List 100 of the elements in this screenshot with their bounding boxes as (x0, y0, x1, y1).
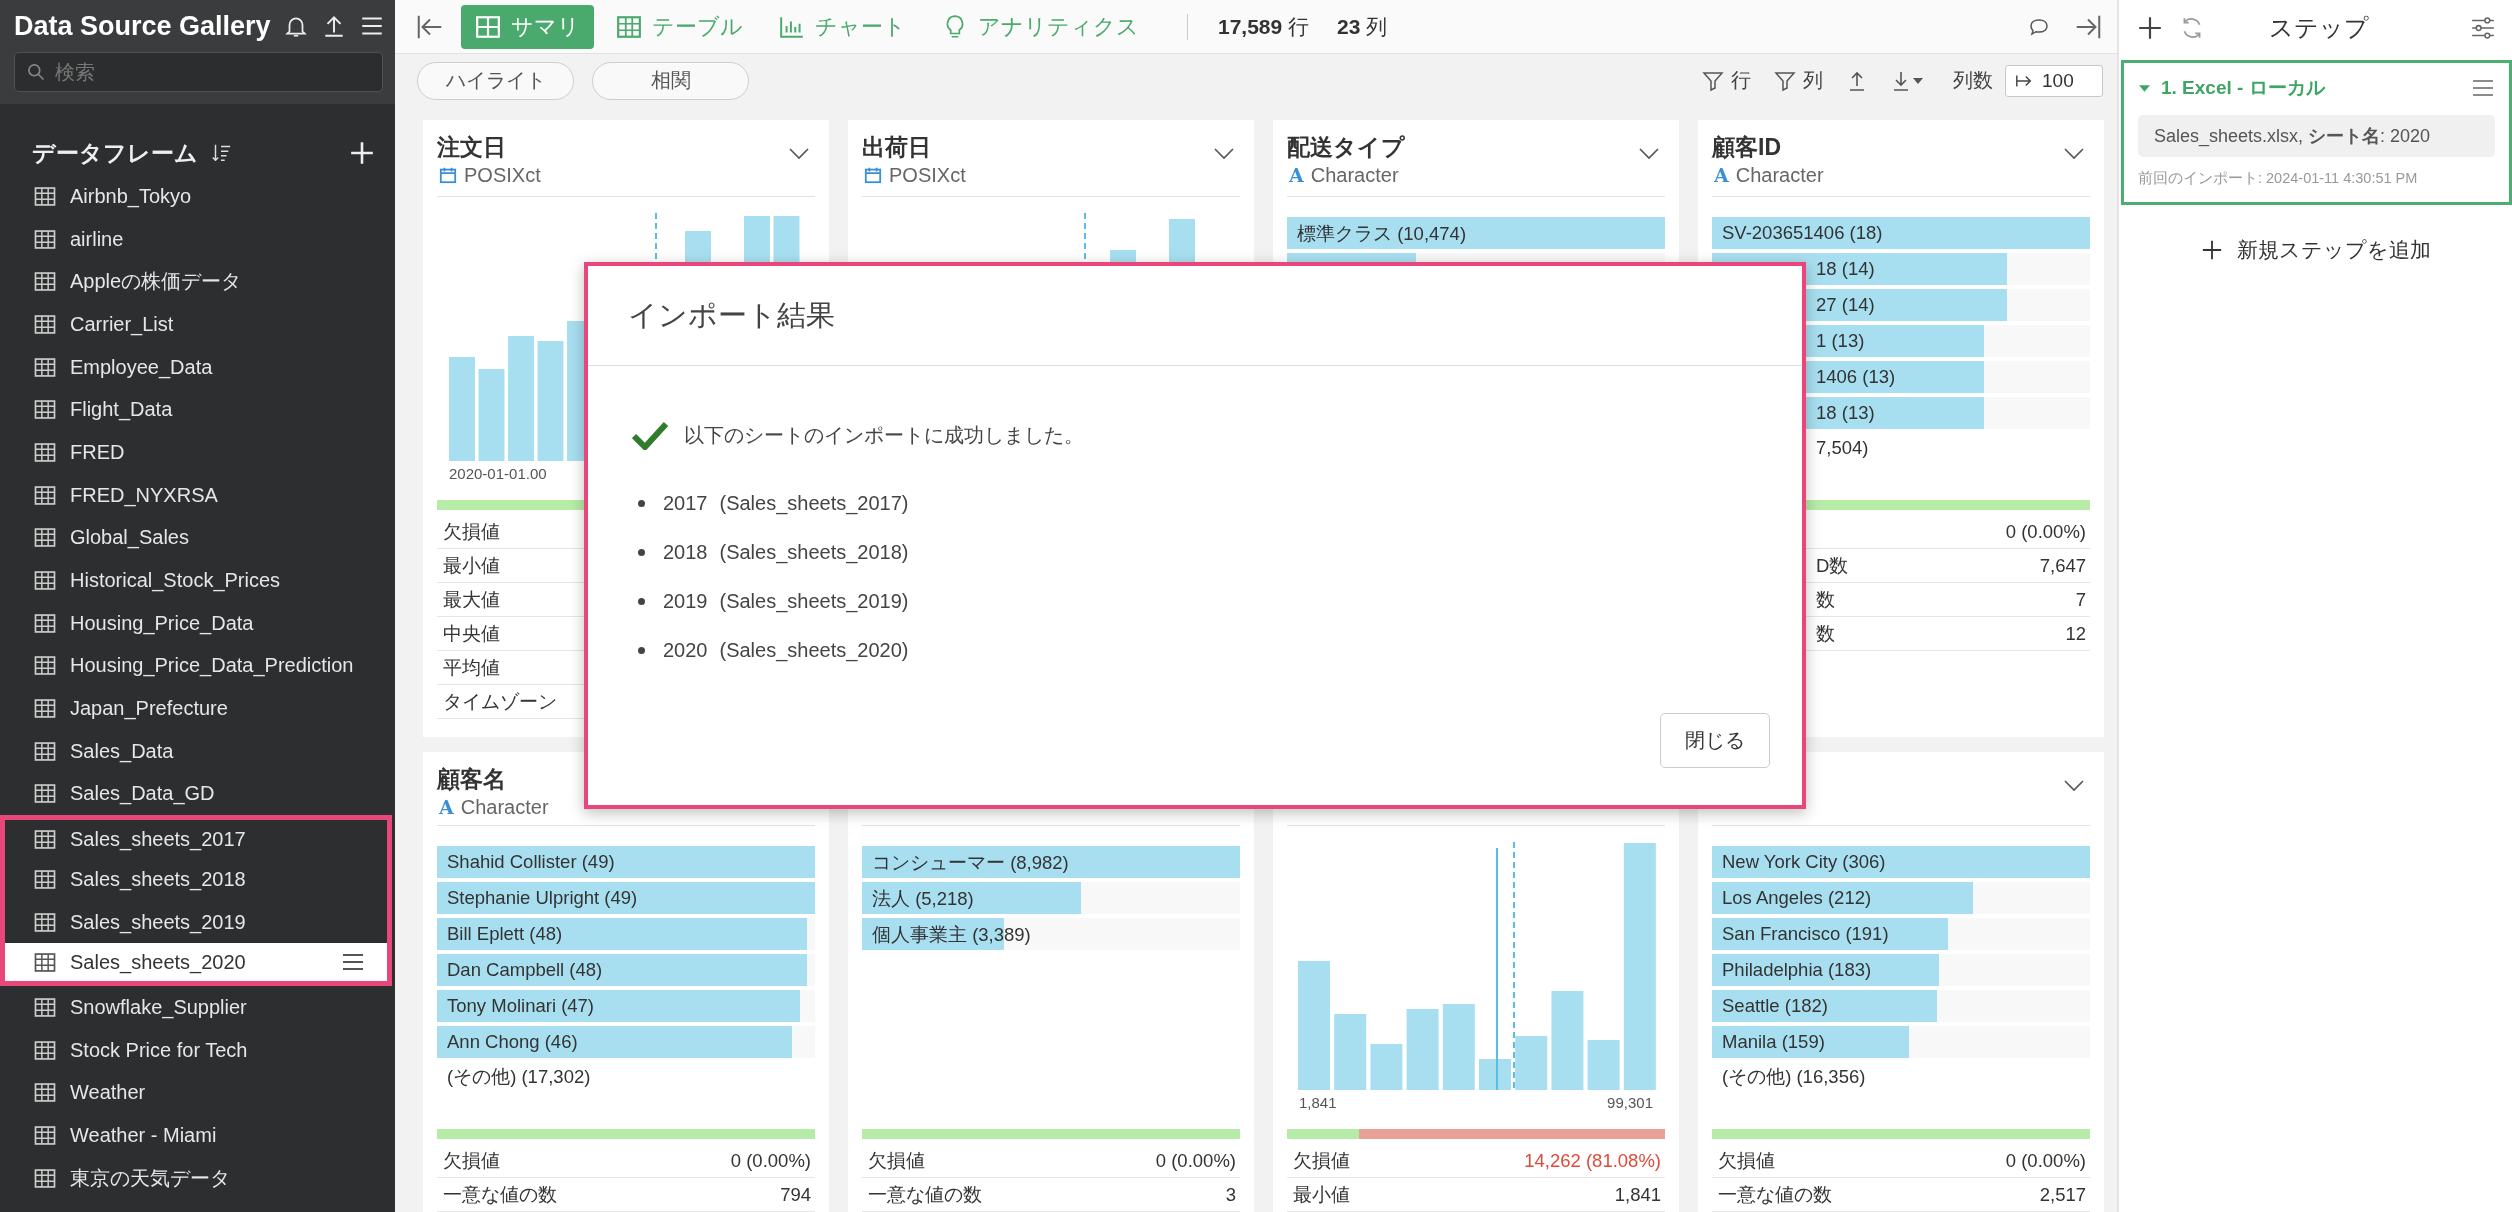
sidebar-item[interactable]: Sales_sheets_2017 (0, 815, 392, 858)
bar-label: Dan Campbell (48) (446, 959, 603, 982)
stat-value: 0 (0.00%) (2005, 520, 2087, 543)
sidebar-item[interactable]: Weather - Miami (0, 1114, 395, 1157)
other-count: (その他) (17,302) (446, 1065, 592, 1090)
sort-icon[interactable] (210, 142, 232, 164)
chevron-down-icon[interactable] (1214, 148, 1234, 160)
bar-label: 標準クラス (10,474) (1296, 221, 1467, 246)
menu-icon[interactable] (341, 952, 365, 973)
stat-label: 欠損値 (442, 520, 500, 544)
plus-icon[interactable] (2137, 15, 2163, 41)
sidebar-item[interactable]: Housing_Price_Data (0, 601, 395, 645)
sheet-name: 2019 (663, 590, 708, 613)
table-icon (34, 829, 56, 849)
table-icon (34, 229, 56, 249)
row-count: 17,589 行 (1218, 13, 1310, 40)
table-icon (34, 186, 56, 206)
pill-button[interactable]: ハイライト (417, 61, 574, 100)
bar-label: Tony Molinari (47) (446, 995, 595, 1018)
column-type: POSIXct (464, 163, 541, 188)
sidebar-item[interactable]: Sales_Data_GD (0, 772, 395, 816)
sidebar-item[interactable]: Stock Price for Tech (0, 1028, 395, 1072)
sidebar-item[interactable]: Flight_Data (0, 388, 395, 432)
add-step-button[interactable]: 新規ステップを追加 (2194, 235, 2437, 265)
other-count: (その他) (16,356) (1721, 1065, 1867, 1090)
sidebar-item[interactable]: Weather (0, 1071, 395, 1115)
sidebar-item[interactable]: Airbnb_Tokyo (0, 175, 395, 218)
character-type-icon: A (1714, 162, 1729, 188)
sidebar-item[interactable]: Sales_sheets_2020 (0, 943, 392, 987)
column-type: Character (1310, 163, 1399, 188)
table-icon (616, 13, 642, 40)
column-type: Character (460, 795, 549, 820)
filter-button[interactable]: 行 (1701, 67, 1751, 95)
table-icon (34, 912, 56, 932)
stat-label: 最小値 (1292, 1183, 1350, 1207)
sidebar-item[interactable]: Japan_Prefecture (0, 687, 395, 730)
sidebar-item[interactable]: Snowflake_Supplier (0, 986, 395, 1029)
table-icon (34, 400, 56, 420)
bar-label: 27 (14) (1815, 294, 1875, 316)
stat-value: 7,647 (2039, 554, 2087, 577)
search-field[interactable]: 検索 (14, 52, 383, 92)
close-button[interactable]: 閉じる (1660, 713, 1770, 768)
stat-label: 数 (1815, 588, 1835, 612)
sidebar-item[interactable]: FRED (0, 431, 395, 474)
chevron-down-icon[interactable] (789, 148, 809, 160)
sliders-icon[interactable] (2470, 15, 2496, 41)
filter-button[interactable]: 列 (1773, 67, 1823, 95)
table-icon (34, 357, 56, 377)
table-icon (34, 528, 56, 548)
stat-label: 最大値 (442, 588, 500, 612)
bar-label: Philadelphia (183) (1721, 959, 1872, 982)
search-icon (26, 62, 46, 82)
bar-label: Seattle (182) (1721, 995, 1828, 1018)
bullet-icon (638, 647, 645, 654)
sheet-name: 2020 (663, 639, 708, 662)
table-icon (34, 272, 56, 292)
bar-label: Stephanie Ulpright (49) (446, 887, 638, 910)
sidebar-item[interactable]: Appleの株価データ (0, 260, 395, 304)
stat-value: 14,262 (81.08%) (1524, 1149, 1662, 1172)
histogram-bar (1479, 1059, 1511, 1091)
bar-label: Ann Chong (46) (446, 1031, 578, 1054)
sidebar-item[interactable]: Historical_Stock_Prices (0, 559, 395, 602)
sheet-name: 2018 (663, 541, 708, 564)
axis-label: 99,301 (1607, 1094, 1653, 1113)
sidebar-item[interactable]: FRED_NYXRSA (0, 473, 395, 517)
sidebar-item[interactable]: 東京の天気データ (0, 1156, 395, 1200)
sidebar-item[interactable]: Global_Sales (0, 516, 395, 560)
bar-label: 1 (13) (1815, 330, 1865, 352)
sidebar-item[interactable]: Employee_Data (0, 345, 395, 389)
bar-label: 個人事業主 (3,389) (871, 922, 1031, 947)
column-count-label: 列数 (1953, 68, 1993, 94)
sidebar-item[interactable]: Housing_Price_Data_Prediction (0, 644, 395, 688)
table-icon (34, 485, 56, 505)
stat-label: 数 (1815, 622, 1835, 646)
bar-label: Bill Eplett (48) (446, 923, 563, 946)
sidebar-item[interactable]: airline (0, 217, 395, 261)
bullet-icon (638, 500, 645, 507)
chevron-down-icon[interactable] (1639, 148, 1659, 160)
table-icon (34, 869, 56, 889)
histogram-bar (1370, 1044, 1403, 1091)
column-name: 出荷日 (862, 133, 931, 162)
table-icon (34, 442, 56, 462)
step-card[interactable]: 1. Excel - ローカル Sales_sheets.xlsx, シート名: 2020 前回のインポート: 2024-01-11 4:30:51 PM (2121, 60, 2512, 205)
sidebar-item[interactable]: Sales_Data (0, 729, 395, 773)
table-icon (34, 1168, 56, 1188)
table-icon (34, 952, 56, 972)
column-count-field[interactable]: 100 (2005, 64, 2103, 97)
chevron-down-icon[interactable] (2064, 148, 2084, 160)
sidebar-item[interactable]: Carrier_List (0, 303, 395, 346)
axis-label: 1,841 (1299, 1094, 1337, 1113)
bullet-icon (638, 549, 645, 556)
histogram-bar (1515, 1036, 1548, 1091)
stat-value: 0 (0.00%) (1155, 1149, 1237, 1172)
chevron-down-icon[interactable] (2064, 780, 2084, 792)
dialog-title: インポート結果 (628, 297, 835, 333)
bar-label: New York City (306) (1721, 851, 1886, 874)
bar-label: 18 (13) (1815, 402, 1875, 424)
table-icon (34, 571, 56, 591)
pill-button[interactable]: 相関 (592, 61, 749, 100)
step-detail: Sales_sheets.xlsx, シート名: 2020 (2138, 115, 2495, 157)
